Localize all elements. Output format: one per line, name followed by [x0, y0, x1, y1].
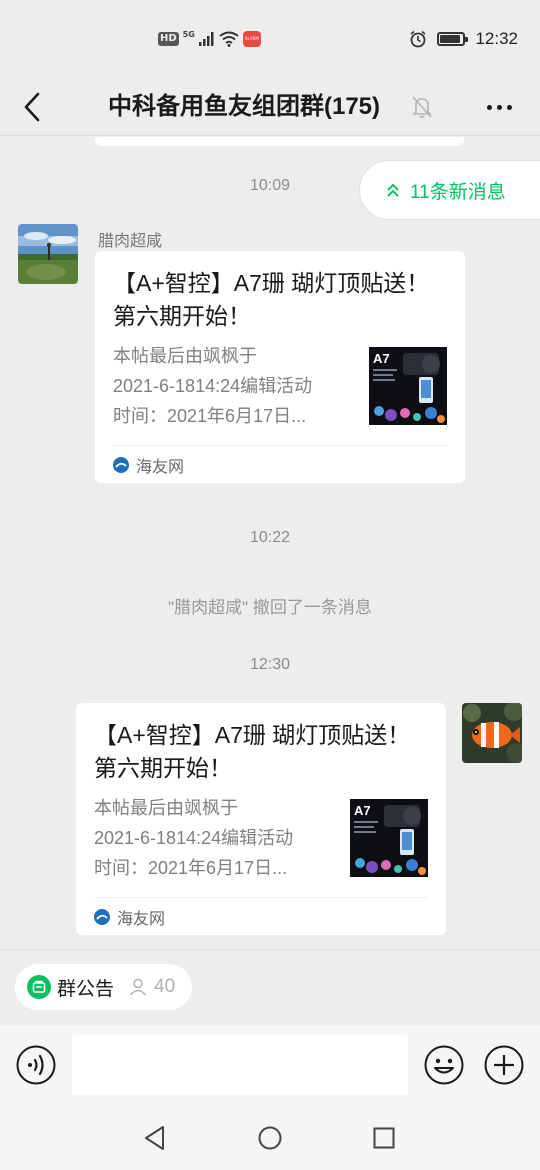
landscape-avatar-image [18, 224, 78, 284]
bell-off-icon [412, 96, 432, 118]
my-avatar[interactable] [462, 703, 522, 763]
group-notice-count: 40 [154, 976, 176, 997]
voice-button[interactable] [16, 1045, 56, 1085]
link-card-body: 本帖最后由飒枫于 2021-6-1814:24编辑活动 时间：2021年6月17… [94, 793, 428, 889]
signal-icon [198, 32, 214, 46]
new-messages-label: 11条新消息 [410, 181, 506, 203]
battery-icon [437, 32, 469, 46]
smiley-icon [424, 1045, 464, 1085]
double-chevron-up-icon [387, 183, 399, 197]
haiyou-logo-icon [94, 908, 110, 925]
link-card-source-label: 海友网 [136, 458, 185, 476]
back-button[interactable] [14, 84, 50, 130]
timestamp: 12:30 [249, 656, 291, 673]
svg-text:A7: A7 [373, 351, 390, 366]
link-card[interactable]: 【A+智控】A7珊 瑚灯顶贴送！第六期开始！ 本帖最后由飒枫于 2021-6-1… [95, 251, 465, 483]
sender-name: 腊肉超咸 [98, 233, 163, 250]
link-card-body: 本帖最后由飒枫于 2021-6-1814:24编辑活动 时间：2021年6月17… [113, 341, 447, 437]
group-notice-label: 群公告 [57, 978, 115, 1000]
system-navigation-bar [0, 1107, 540, 1170]
link-card-description: 本帖最后由飒枫于 2021-6-1814:24编辑活动 时间：2021年6月17… [113, 346, 313, 426]
chevron-left-icon [24, 92, 40, 122]
clownfish-avatar-image [462, 703, 522, 763]
group-notice-strip: 群公告 40 [0, 949, 540, 1025]
link-card-description: 本帖最后由飒枫于 2021-6-1814:24编辑活动 时间：2021年6月17… [94, 798, 294, 878]
message-list[interactable]: 10:09 11条新消息 腊肉超咸 【A+智控】A7珊 瑚灯顶贴送！第六期开始！… [0, 137, 540, 949]
link-card-title: 【A+智控】A7珊 瑚灯顶贴送！第六期开始！ [94, 722, 411, 781]
battery-fill [440, 35, 461, 43]
svg-text:A7: A7 [354, 803, 371, 818]
status-indicators: HD 5G ALARM [158, 28, 261, 50]
alarm-icon [410, 30, 426, 48]
input-bar [0, 1025, 540, 1107]
chat-title: 中科备用鱼友组团群(175) [108, 93, 381, 120]
status-bar: HD 5G ALARM 12:32 [0, 0, 540, 78]
link-card-source-label: 海友网 [117, 910, 166, 928]
more-dot [506, 104, 512, 110]
link-card-thumbnail: A7 [350, 799, 428, 877]
group-notice-button[interactable]: 群公告 40 [15, 964, 192, 1010]
network-type: 5G [182, 30, 195, 39]
link-card-source: 海友网 [94, 897, 428, 935]
clock: 12:32 [475, 29, 518, 48]
product-thumbnail-image: A7 [350, 799, 428, 877]
emoji-button[interactable] [424, 1045, 464, 1085]
link-card-source: 海友网 [113, 445, 447, 483]
nav-back-icon[interactable] [143, 1125, 167, 1151]
previous-message-card[interactable] [95, 137, 464, 146]
app-notification-icon: ALARM [242, 31, 261, 47]
status-right: 12:32 [409, 26, 518, 52]
haiyou-logo-icon [113, 456, 129, 473]
hd-badge: HD [158, 32, 179, 46]
chat-header: 中科备用鱼友组团群(175) [0, 78, 540, 136]
plus-circle-icon [484, 1045, 524, 1085]
sender-avatar[interactable] [18, 224, 78, 284]
message-input[interactable] [72, 1035, 408, 1095]
more-button[interactable] [478, 92, 520, 122]
person-icon [129, 978, 147, 996]
product-thumbnail-image: A7 [369, 347, 447, 425]
nav-home-icon[interactable] [258, 1126, 282, 1150]
more-functions-button[interactable] [484, 1045, 524, 1085]
voice-icon [16, 1045, 56, 1085]
recall-notice: "腊肉超咸" 撤回了一条消息 [168, 598, 372, 617]
link-card-thumbnail: A7 [369, 347, 447, 425]
more-dot [486, 104, 492, 110]
wifi-icon [219, 31, 239, 47]
link-card[interactable]: 【A+智控】A7珊 瑚灯顶贴送！第六期开始！ 本帖最后由飒枫于 2021-6-1… [76, 703, 446, 935]
notice-icon [27, 975, 51, 999]
timestamp: 10:22 [249, 529, 291, 546]
more-dot [496, 104, 502, 110]
link-card-title: 【A+智控】A7珊 瑚灯顶贴送！第六期开始！ [113, 270, 430, 329]
nav-recent-apps-icon[interactable] [373, 1127, 395, 1149]
new-messages-button[interactable]: 11条新消息 [359, 160, 540, 220]
